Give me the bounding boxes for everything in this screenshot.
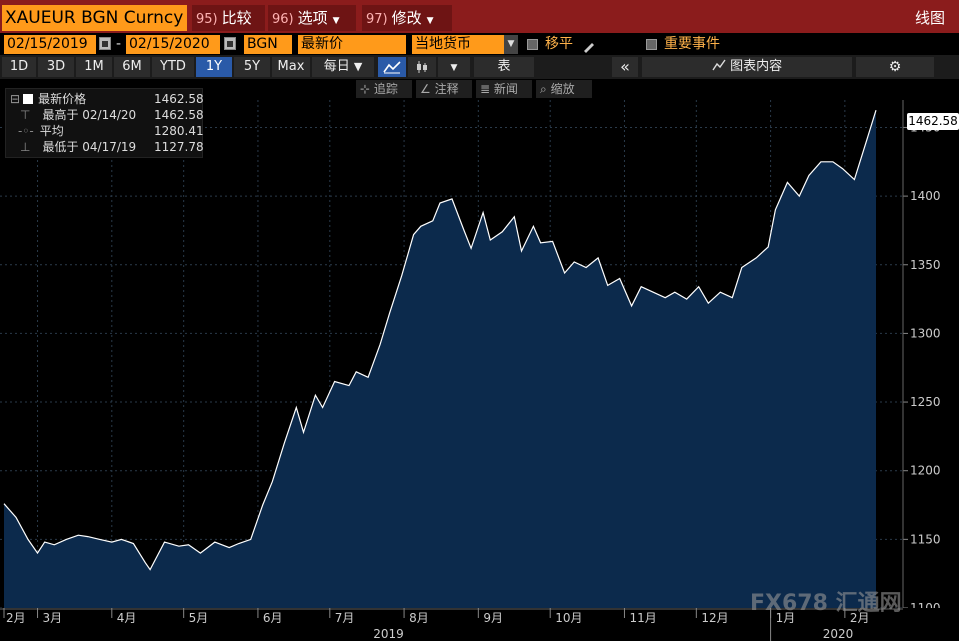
move-checkbox[interactable] [527, 39, 538, 50]
period-ytd[interactable]: YTD [152, 57, 194, 77]
period-6m[interactable]: 6M [114, 57, 150, 77]
x-tick-label: 9月 [483, 611, 503, 625]
options-button[interactable]: 96) 选项 ▼ [268, 5, 356, 31]
legend-high: ⊤ 最高于 02/14/20 1462.58 [20, 108, 204, 122]
calendar-icon[interactable] [99, 37, 111, 50]
frequency-select[interactable]: 每日 ▼ [312, 57, 374, 77]
security-ticker-field[interactable]: XAUEUR BGN Curncy [2, 5, 187, 31]
y-tick-label: 1300 [910, 326, 941, 340]
zoom-icon: ⌕ [540, 82, 547, 96]
table-button[interactable]: 表 [474, 57, 534, 77]
move-label: 移平 [545, 36, 573, 52]
controls-bar: 02/15/2019 - 02/15/2020 BGN 最新价 当地货币 ▼ 移… [0, 33, 959, 55]
period-toolbar: 1D 3D 1M 6M YTD 1Y 5Y Max 每日 ▼ ▼ 表 « 图表内… [0, 55, 959, 79]
pencil-icon[interactable] [582, 38, 596, 53]
year-label: 2019 [373, 627, 404, 641]
crosshair-icon: ⊹ [360, 82, 371, 96]
legend-last-price: ⊟ 最新价格 1462.58 [10, 92, 204, 106]
annotate-tool[interactable]: ∠ 注释 [416, 80, 472, 98]
collapse-icon[interactable]: ⊟ [10, 92, 20, 106]
news-icon: ≣ [480, 82, 491, 96]
legend-low: ⊥ 最低于 04/17/19 1127.78 [20, 140, 204, 154]
y-tick-label: 1350 [910, 258, 941, 272]
x-tick-label: 8月 [409, 611, 429, 625]
modify-button[interactable]: 97) 修改 ▼ [362, 5, 452, 31]
zoom-tool[interactable]: ⌕ 缩放 [536, 80, 592, 98]
track-tool[interactable]: ⊹ 追踪 [356, 80, 412, 98]
chevron-down-icon: ▼ [426, 16, 434, 26]
chevron-down-icon: ▼ [450, 63, 458, 73]
period-1d[interactable]: 1D [2, 57, 36, 77]
y-tick-label: 1250 [910, 395, 941, 409]
y-tick-label: 1200 [910, 464, 941, 478]
period-3d[interactable]: 3D [38, 57, 74, 77]
news-tool[interactable]: ≣ 新闻 [476, 80, 532, 98]
price-chart[interactable]: 110011501200125013001350140014502月3月4月5月… [0, 100, 959, 641]
date-range-dash: - [116, 36, 122, 52]
events-label: 重要事件 [664, 36, 720, 52]
chart-content-button[interactable]: 图表内容 [642, 57, 852, 77]
candlestick-icon[interactable] [408, 57, 436, 77]
watermark: FX678 汇通网 [750, 591, 902, 616]
start-date-field[interactable]: 02/15/2019 [4, 35, 96, 54]
period-1m[interactable]: 1M [76, 57, 112, 77]
chevron-down-icon[interactable]: ▼ [504, 35, 518, 54]
chart-legend: ⊟ 最新价格 1462.58 ⊤ 最高于 02/14/20 1462.58 -◦- 平均 1… [5, 88, 204, 158]
compare-button[interactable]: 95) 比较 [192, 5, 265, 31]
title-bar: XAUEUR BGN Curncy 95) 比较 96) 选项 ▼ 97) 修改 ▼ 线图 [0, 0, 959, 33]
chart-content-icon [712, 59, 726, 71]
period-5y[interactable]: 5Y [234, 57, 270, 77]
period-max[interactable]: Max [272, 57, 310, 77]
price-field-select[interactable]: 最新价 [298, 35, 406, 54]
x-tick-label: 4月 [117, 611, 137, 625]
y-tick-label: 1150 [910, 532, 941, 546]
average-marker-icon: -◦- [18, 124, 34, 138]
x-tick-label: 6月 [263, 611, 283, 625]
collapse-panel-icon[interactable]: « [612, 57, 638, 77]
chart-style-dropdown[interactable]: ▼ [438, 57, 470, 77]
settings-button[interactable]: ⚙ [856, 57, 934, 77]
chart-type-label[interactable]: 线图 [915, 5, 945, 31]
year-label: 2020 [823, 627, 854, 641]
x-tick-label: 2月 [6, 611, 26, 625]
currency-select[interactable]: 当地货币 [412, 35, 504, 54]
chevron-down-icon: ▼ [332, 16, 340, 26]
x-tick-label: 11月 [629, 611, 656, 625]
annotate-icon: ∠ [420, 82, 431, 96]
gear-icon: ⚙ [888, 59, 902, 75]
last-price-tag: 1462.58 [907, 113, 959, 130]
chevron-down-icon: ▼ [353, 60, 363, 73]
high-marker-icon: ⊤ [20, 108, 31, 122]
x-tick-label: 7月 [335, 611, 355, 625]
legend-average: -◦- 平均 1280.41 [18, 124, 204, 138]
line-chart-icon[interactable] [378, 57, 406, 77]
x-tick-label: 10月 [555, 611, 582, 625]
calendar-icon[interactable] [224, 37, 236, 50]
x-tick-label: 3月 [43, 611, 63, 625]
y-tick-label: 1400 [910, 189, 941, 203]
low-marker-icon: ⊥ [20, 140, 31, 154]
series-swatch [23, 94, 34, 104]
x-tick-label: 5月 [189, 611, 209, 625]
source-field[interactable]: BGN [244, 35, 292, 54]
events-checkbox[interactable] [646, 39, 657, 50]
period-1y[interactable]: 1Y [196, 57, 232, 77]
end-date-field[interactable]: 02/15/2020 [126, 35, 220, 54]
x-tick-label: 12月 [701, 611, 728, 625]
